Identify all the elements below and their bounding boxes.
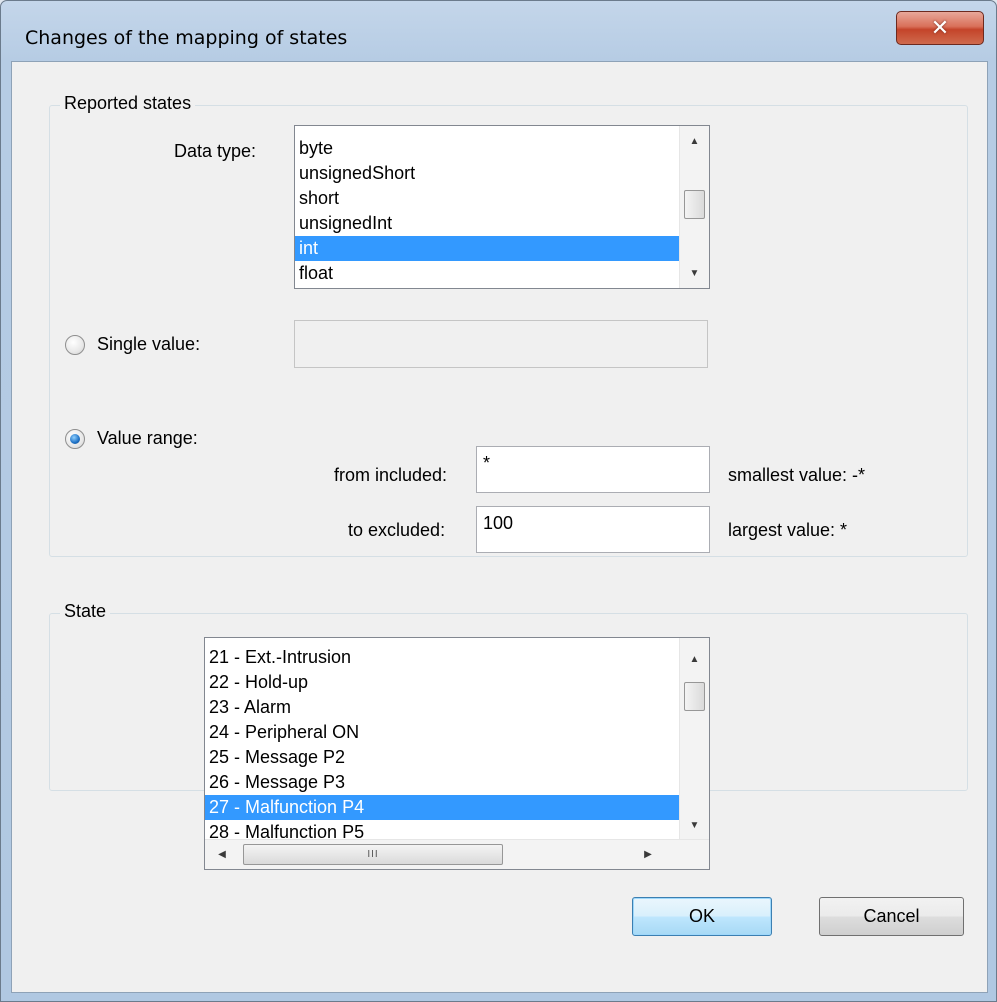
single-value-input[interactable] xyxy=(294,320,708,368)
value-range-radio[interactable] xyxy=(65,429,85,449)
data-type-scrollbar[interactable]: ▲ ▼ xyxy=(679,126,709,288)
scroll-grip-icon: III xyxy=(367,849,379,860)
smallest-value-label: smallest value: -* xyxy=(728,465,866,485)
list-item[interactable]: byte xyxy=(295,136,679,161)
dialog-title: Changes of the mapping of states xyxy=(25,27,348,49)
radio-selected-dot xyxy=(70,434,80,444)
ok-button[interactable]: OK xyxy=(632,897,772,936)
list-item[interactable]: 25 - Message P2 xyxy=(205,745,679,770)
list-item[interactable]: 28 - Malfunction P5 xyxy=(205,820,679,839)
single-value-label[interactable]: Single value: xyxy=(97,334,200,355)
to-excluded-input[interactable]: 100 xyxy=(476,506,710,553)
cancel-button[interactable]: Cancel xyxy=(819,897,964,936)
close-icon: ✕ xyxy=(930,15,950,41)
scroll-up-arrow-icon[interactable]: ▲ xyxy=(680,645,709,673)
list-item[interactable]: 24 - Peripheral ON xyxy=(205,720,679,745)
list-item[interactable]: 23 - Alarm xyxy=(205,695,679,720)
list-item[interactable]: unsignedInt xyxy=(295,211,679,236)
value-range-label[interactable]: Value range: xyxy=(97,428,198,449)
list-item[interactable]: 22 - Hold-up xyxy=(205,670,679,695)
dialog-client-area: Reported states Data type: byte unsignedS… xyxy=(11,61,988,993)
scroll-down-arrow-icon[interactable]: ▼ xyxy=(680,259,709,287)
state-horizontal-scrollbar[interactable]: ◀ III ▶ xyxy=(205,839,709,869)
scroll-up-arrow-icon[interactable]: ▲ xyxy=(680,127,709,155)
from-included-label: from included: xyxy=(334,465,448,485)
list-item[interactable]: 26 - Message P3 xyxy=(205,770,679,795)
state-label: State xyxy=(60,601,111,622)
list-item[interactable]: 21 - Ext.-Intrusion xyxy=(205,645,679,670)
list-item[interactable]: short xyxy=(295,186,679,211)
reported-states-label: Reported states xyxy=(60,93,196,114)
state-vertical-scrollbar[interactable]: ▲ ▼ xyxy=(679,638,709,839)
horizontal-scroll-thumb[interactable]: III xyxy=(243,844,503,865)
scroll-right-arrow-icon[interactable]: ▶ xyxy=(633,840,663,869)
data-type-list: byte unsignedShort short unsignedInt int floa… xyxy=(295,136,679,288)
state-list: 21 - Ext.-Intrusion 22 - Hold-up 23 - Alar… xyxy=(205,645,679,839)
data-type-label: Data type: xyxy=(174,141,257,161)
scroll-down-arrow-icon[interactable]: ▼ xyxy=(680,811,709,839)
list-item[interactable]: int xyxy=(295,236,679,261)
largest-value-label: largest value: * xyxy=(728,520,848,540)
list-item[interactable]: unsignedShort xyxy=(295,161,679,186)
single-value-radio[interactable] xyxy=(65,335,85,355)
list-item[interactable]: float xyxy=(295,261,679,286)
scroll-thumb[interactable] xyxy=(684,682,705,711)
scroll-left-arrow-icon[interactable]: ◀ xyxy=(207,840,237,869)
state-listbox[interactable]: 21 - Ext.-Intrusion 22 - Hold-up 23 - Alar… xyxy=(204,637,710,870)
from-included-input[interactable]: * xyxy=(476,446,710,493)
title-bar[interactable]: Changes of the mapping of states ✕ xyxy=(1,1,996,61)
close-button[interactable]: ✕ xyxy=(896,11,984,45)
to-excluded-label: to excluded: xyxy=(348,520,446,540)
scroll-thumb[interactable] xyxy=(684,190,705,219)
dialog-window: Changes of the mapping of states ✕ Repor… xyxy=(0,0,997,1002)
list-item[interactable]: 27 - Malfunction P4 xyxy=(205,795,679,820)
data-type-listbox[interactable]: byte unsignedShort short unsignedInt int floa… xyxy=(294,125,710,289)
